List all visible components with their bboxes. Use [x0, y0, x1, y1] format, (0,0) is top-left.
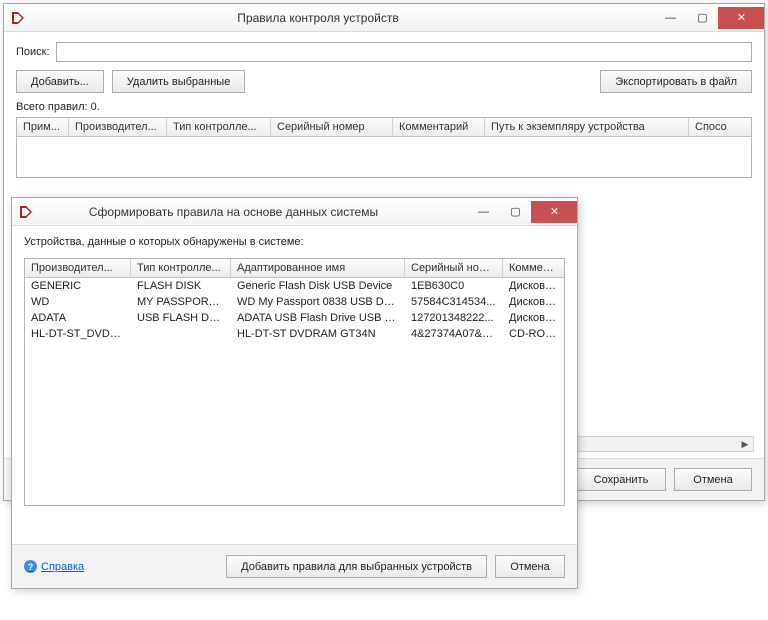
maximize-button[interactable]: ▢ — [686, 7, 718, 29]
table-cell: MY PASSPORT ... — [131, 294, 231, 310]
cancel-button[interactable]: Отмена — [495, 555, 565, 578]
table-cell: HL-DT-ST_DVDR... — [25, 326, 131, 342]
help-icon: ? — [24, 560, 37, 573]
table-cell — [131, 326, 231, 342]
table-row[interactable]: WDMY PASSPORT ...WD My Passport 0838 USB… — [25, 294, 564, 310]
sub-title: Сформировать правила на основе данных си… — [40, 205, 467, 219]
table-cell: GENERIC — [25, 278, 131, 294]
total-rules-label: Всего правил: 0. — [16, 101, 752, 113]
table-row[interactable]: ADATAUSB FLASH DRIVEADATA USB Flash Driv… — [25, 310, 564, 326]
col-serial[interactable]: Серийный номер — [271, 118, 393, 136]
delete-selected-button[interactable]: Удалить выбранные — [112, 70, 246, 93]
col-adapted-name[interactable]: Адаптированное имя — [231, 259, 405, 277]
app-icon — [10, 10, 26, 26]
devices-table-header: Производител... Тип контролле... Адаптир… — [25, 259, 564, 278]
generate-rules-window: Сформировать правила на основе данных си… — [11, 197, 578, 589]
close-button[interactable]: ✕ — [531, 201, 577, 223]
rules-table-body[interactable] — [17, 137, 751, 177]
table-cell: USB FLASH DRIVE — [131, 310, 231, 326]
help-link[interactable]: ? Справка — [24, 560, 84, 573]
col-controller-type[interactable]: Тип контролле... — [131, 259, 231, 277]
table-cell: 1EB630C0 — [405, 278, 503, 294]
close-button[interactable]: ✕ — [718, 7, 764, 29]
col-comment[interactable]: Комментари — [503, 259, 564, 277]
table-cell: WD — [25, 294, 131, 310]
search-label: Поиск: — [16, 46, 50, 58]
toolbar-row: Добавить... Удалить выбранные Экспортиро… — [16, 70, 752, 93]
devices-table-body[interactable]: GENERICFLASH DISKGeneric Flash Disk USB … — [25, 278, 564, 342]
table-cell: HL-DT-ST DVDRAM GT34N — [231, 326, 405, 342]
table-cell: Generic Flash Disk USB Device — [231, 278, 405, 294]
col-device-path[interactable]: Путь к экземпляру устройства — [485, 118, 689, 136]
table-cell: 57584C314534... — [405, 294, 503, 310]
col-manufacturer[interactable]: Производител... — [69, 118, 167, 136]
sub-window-controls: — ▢ ✕ — [467, 201, 577, 223]
rules-table: Прим... Производител... Тип контролле...… — [16, 117, 752, 178]
add-button[interactable]: Добавить... — [16, 70, 104, 93]
sub-footer: ? Справка Добавить правила для выбранных… — [12, 544, 577, 588]
minimize-button[interactable]: — — [654, 7, 686, 29]
help-label: Справка — [41, 561, 84, 573]
export-to-file-button[interactable]: Экспортировать в файл — [600, 70, 752, 93]
table-cell: Дисковый на — [503, 294, 564, 310]
main-body: Поиск: Добавить... Удалить выбранные Экс… — [4, 32, 764, 188]
devices-table: Производител... Тип контролле... Адаптир… — [24, 258, 565, 506]
table-cell: ADATA USB Flash Drive USB De... — [231, 310, 405, 326]
maximize-button[interactable]: ▢ — [499, 201, 531, 223]
table-row[interactable]: GENERICFLASH DISKGeneric Flash Disk USB … — [25, 278, 564, 294]
rules-table-header: Прим... Производител... Тип контролле...… — [17, 118, 751, 137]
table-cell: WD My Passport 0838 USB Device — [231, 294, 405, 310]
table-cell: FLASH DISK — [131, 278, 231, 294]
save-button[interactable]: Сохранить — [576, 468, 666, 491]
main-title: Правила контроля устройств — [32, 11, 654, 25]
scroll-right-icon[interactable]: ▶ — [737, 437, 753, 451]
main-titlebar: Правила контроля устройств — ▢ ✕ — [4, 4, 764, 32]
col-comment[interactable]: Комментарий — [393, 118, 485, 136]
table-cell: CD-ROM дис — [503, 326, 564, 342]
search-row: Поиск: — [16, 42, 752, 62]
sub-titlebar: Сформировать правила на основе данных си… — [12, 198, 577, 226]
app-icon — [18, 204, 34, 220]
minimize-button[interactable]: — — [467, 201, 499, 223]
table-cell: Дисковый на — [503, 310, 564, 326]
devices-detected-label: Устройства, данные о которых обнаружены … — [24, 236, 565, 248]
cancel-button[interactable]: Отмена — [674, 468, 752, 491]
col-method[interactable]: Спосо — [689, 118, 751, 136]
table-cell: 127201348222... — [405, 310, 503, 326]
table-cell: 4&27374A07&0... — [405, 326, 503, 342]
add-rules-for-selected-button[interactable]: Добавить правила для выбранных устройств — [226, 555, 487, 578]
table-cell: Дисковый на — [503, 278, 564, 294]
col-applied[interactable]: Прим... — [17, 118, 69, 136]
search-input[interactable] — [56, 42, 752, 62]
col-controller-type[interactable]: Тип контролле... — [167, 118, 271, 136]
main-window-controls: — ▢ ✕ — [654, 7, 764, 29]
table-row[interactable]: HL-DT-ST_DVDR... HL-DT-ST DVDRAM GT34N4&2… — [25, 326, 564, 342]
col-manufacturer[interactable]: Производител... — [25, 259, 131, 277]
sub-body: Устройства, данные о которых обнаружены … — [12, 226, 577, 516]
col-serial[interactable]: Серийный номер — [405, 259, 503, 277]
table-cell: ADATA — [25, 310, 131, 326]
